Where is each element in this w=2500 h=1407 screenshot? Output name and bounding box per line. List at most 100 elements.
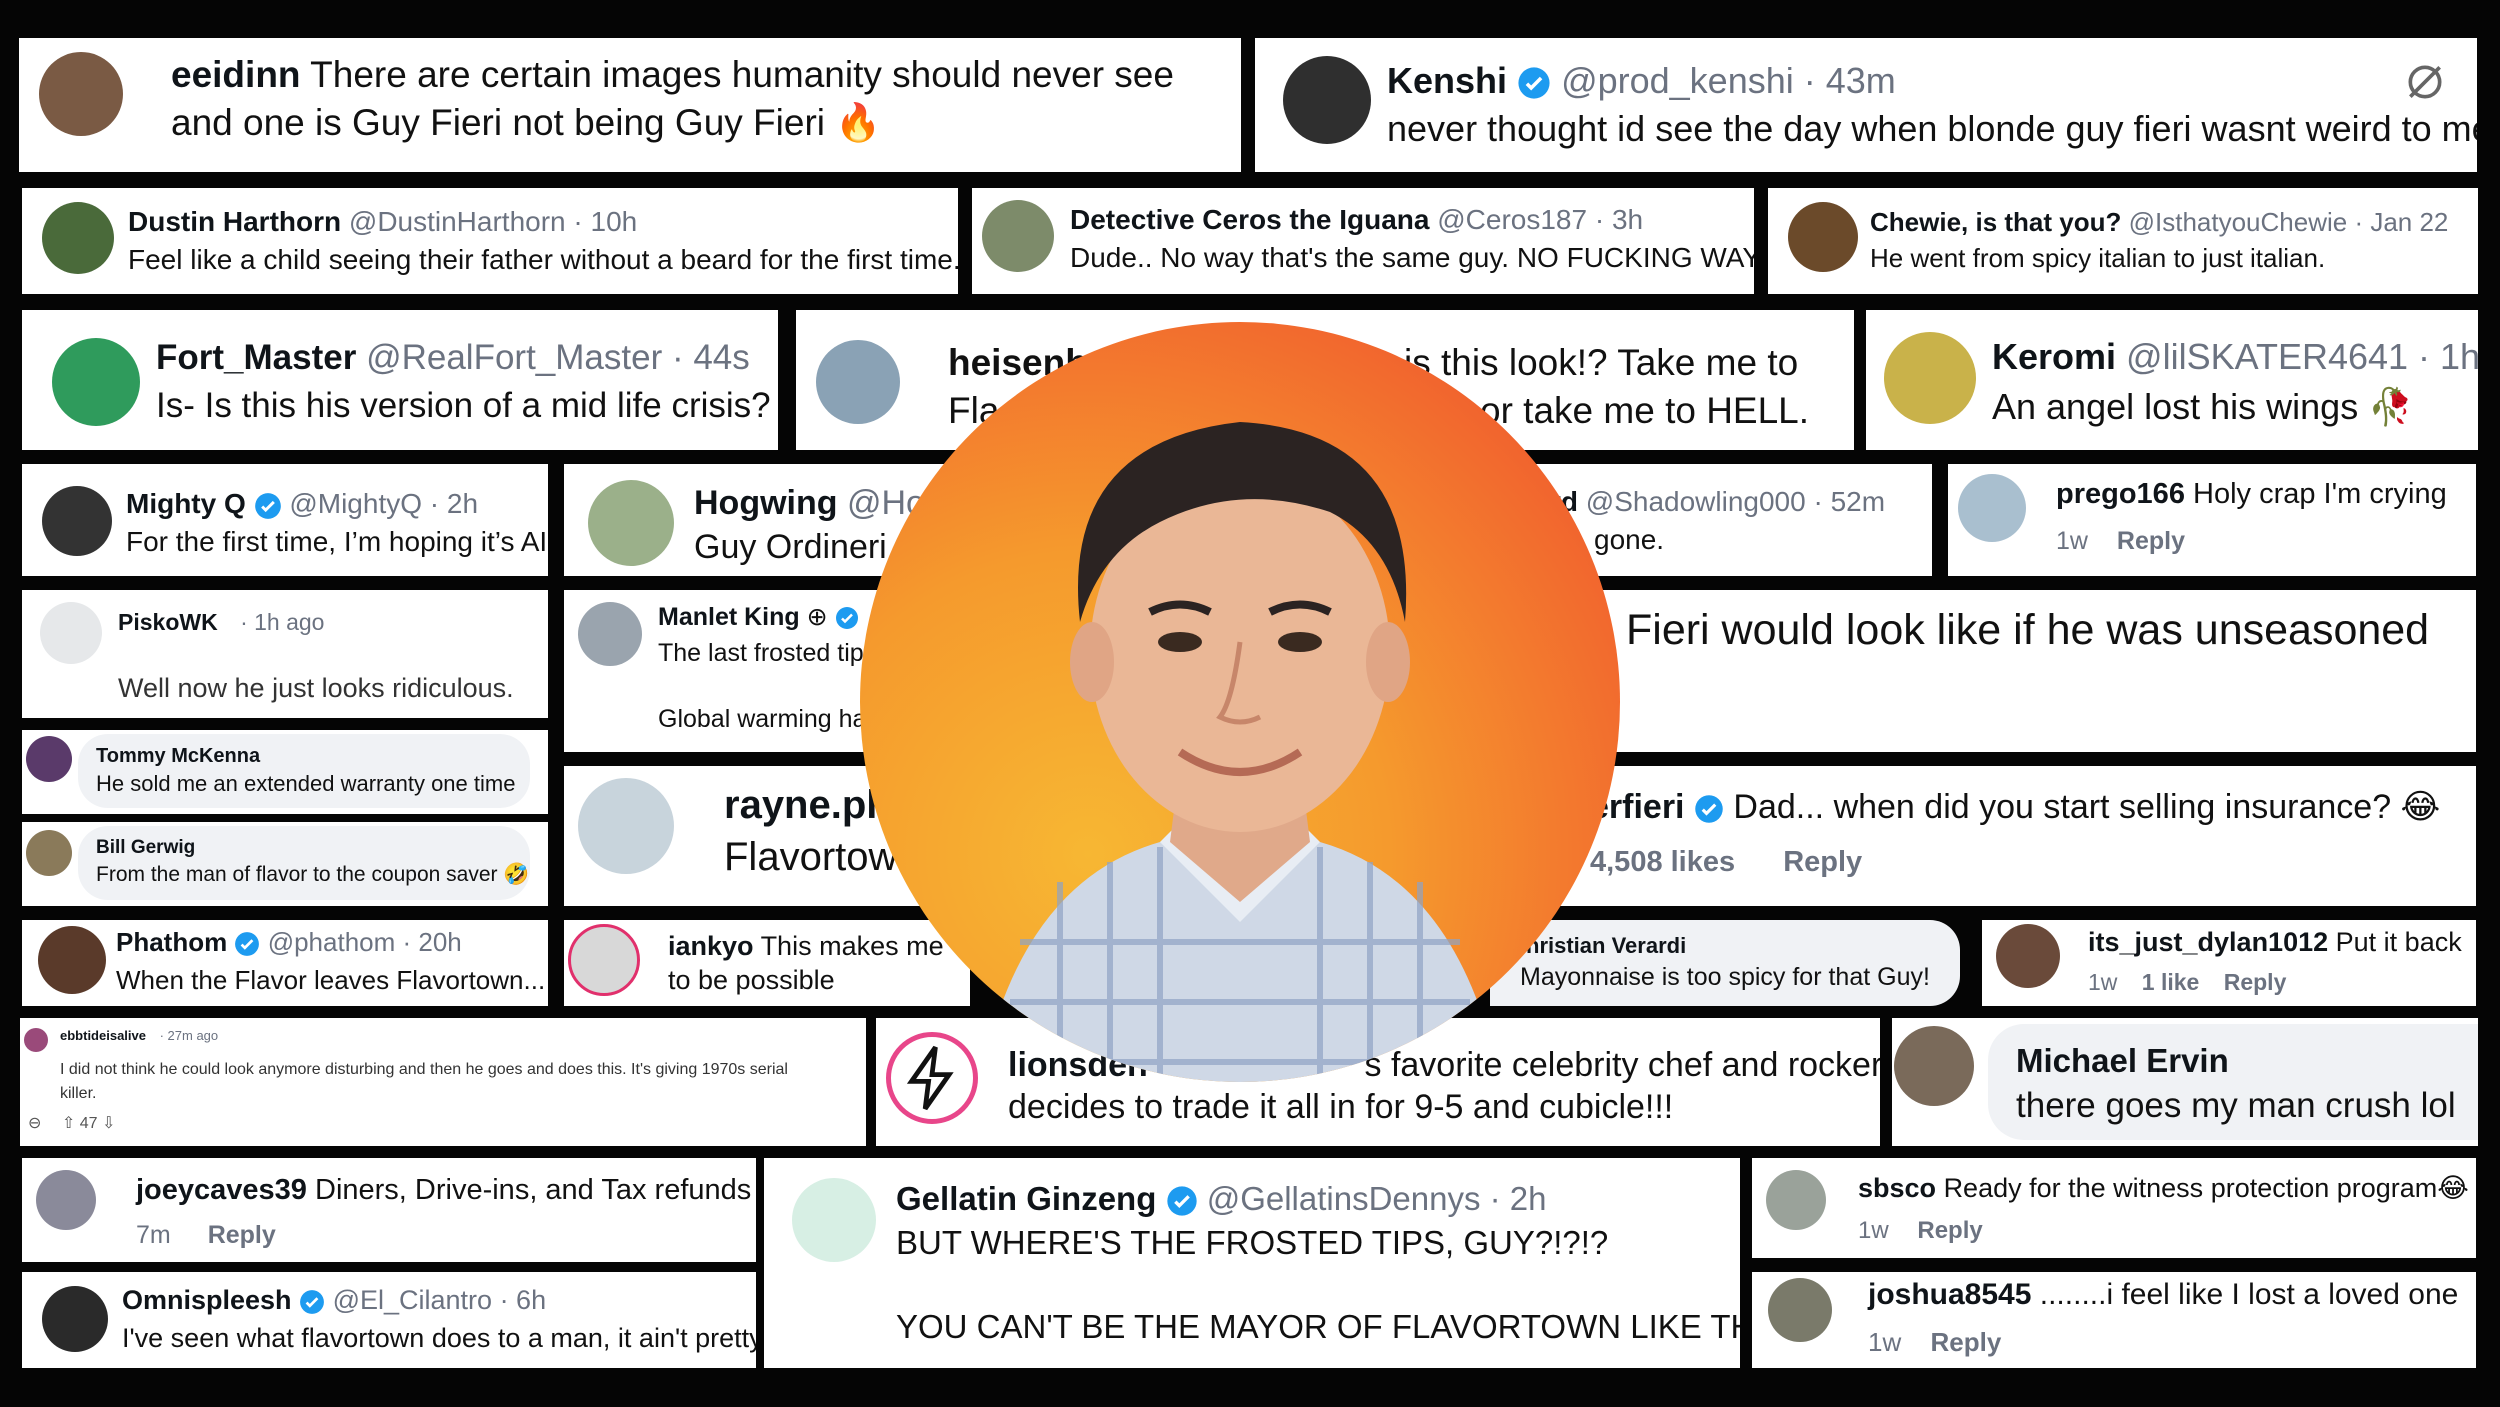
verified-badge-icon	[1166, 1186, 1197, 1216]
avatar[interactable]	[36, 1170, 96, 1230]
display-name[interactable]: Dustin Harthorn	[128, 206, 341, 237]
handle[interactable]: @Shadowling000 · 52m	[1586, 486, 1885, 517]
avatar[interactable]	[1766, 1170, 1826, 1230]
handle[interactable]: @DustinHarthorn · 10h	[349, 206, 637, 237]
avatar[interactable]	[1768, 1278, 1832, 1342]
display-name[interactable]: Chewie, is that you?	[1870, 207, 2121, 237]
reply-button[interactable]: Reply	[1917, 1217, 1982, 1244]
reply-button[interactable]: Reply	[1783, 846, 1862, 878]
comment-card-joeycaves: joeycaves39 Diners, Drive-ins, and Tax r…	[22, 1158, 756, 1262]
comment-text: The last frosted tip	[658, 639, 864, 667]
display-name[interactable]: Keromi	[1992, 336, 2116, 377]
avatar[interactable]	[26, 736, 72, 782]
verified-badge-icon	[254, 492, 281, 519]
reply-button[interactable]: Reply	[2117, 527, 2185, 555]
avatar[interactable]	[1283, 56, 1371, 144]
avatar[interactable]	[1894, 1026, 1974, 1106]
comment-text: is this look!? Take me to	[1404, 342, 1799, 383]
comment-text: Feel like a child seeing their father wi…	[128, 244, 958, 275]
username[interactable]: PiskoWK	[118, 609, 218, 635]
display-name[interactable]: Tommy McKenna	[96, 744, 260, 769]
display-name[interactable]: Manlet King	[658, 603, 800, 631]
handle[interactable]: @lilSKATER4641 · 1h	[2126, 336, 2478, 377]
avatar[interactable]	[578, 602, 642, 666]
avatar[interactable]	[24, 1028, 48, 1052]
reply-button[interactable]: Reply	[208, 1221, 276, 1249]
comment-text: gone.	[1594, 524, 1665, 555]
display-name[interactable]: Hogwing	[694, 484, 838, 522]
avatar[interactable]	[42, 486, 112, 556]
avatar[interactable]	[42, 202, 114, 274]
display-name[interactable]: Fort_Master	[156, 338, 356, 377]
display-name[interactable]: Michael Ervin	[2016, 1040, 2229, 1081]
display-name[interactable]: Kenshi	[1387, 60, 1507, 101]
comment-text: Diners, Drive-ins, and Tax refunds	[315, 1174, 752, 1206]
username[interactable]: iankyo	[668, 931, 754, 961]
username[interactable]: joshua8545	[1868, 1278, 2031, 1311]
display-name[interactable]: Omnispleesh	[122, 1285, 292, 1315]
username[interactable]: its_just_dylan1012	[2088, 927, 2328, 957]
avatar[interactable]	[792, 1178, 876, 1262]
username[interactable]: prego166	[2056, 478, 2185, 510]
username[interactable]: joeycaves39	[136, 1174, 307, 1206]
handle[interactable]: @Ceros187 · 3h	[1437, 204, 1643, 235]
like-count[interactable]: 4,508 likes	[1590, 846, 1735, 878]
handle[interactable]: @RealFort_Master · 44s	[366, 338, 750, 377]
display-name[interactable]: Mighty Q	[126, 488, 246, 519]
username[interactable]: sbsco	[1858, 1173, 1936, 1203]
comment-card-manletking: Manlet King ⊕ The last frosted tip Globa…	[564, 590, 880, 752]
avatar[interactable]	[52, 338, 140, 426]
avatar[interactable]	[568, 924, 640, 996]
handle[interactable]: @GellatinsDennys · 2h	[1207, 1180, 1547, 1217]
comment-text: 's favorite celebrity chef and rocker	[1358, 1046, 1880, 1084]
timestamp: 1w	[2056, 527, 2088, 555]
avatar[interactable]	[1788, 202, 1858, 272]
avatar[interactable]	[26, 830, 72, 876]
avatar[interactable]	[39, 52, 123, 136]
collapse-icon[interactable]: ⊖	[28, 1115, 41, 1132]
comment-card-omnispleesh: Omnispleesh @El_Cilantro · 6h I've seen …	[22, 1272, 756, 1368]
comment-text: Holy crap I'm crying	[2193, 478, 2447, 510]
comment-card-fortmaster: Fort_Master @RealFort_Master · 44s Is- I…	[22, 310, 778, 450]
avatar[interactable]	[816, 340, 900, 424]
display-name[interactable]: Phathom	[116, 927, 227, 957]
comment-text-line2: Global warming ha	[658, 705, 867, 733]
comment-text: Dad... when did you start selling insura…	[1733, 788, 2441, 826]
avatar[interactable]	[1996, 924, 2060, 988]
handle[interactable]: @MightyQ · 2h	[289, 488, 478, 519]
like-count[interactable]: 1 like	[2142, 969, 2200, 995]
handle[interactable]: @El_Cilantro · 6h	[333, 1285, 547, 1315]
handle[interactable]: @prod_kenshi · 43m	[1561, 60, 1896, 101]
display-name[interactable]: rayne.pl	[724, 780, 877, 830]
upvote-icon[interactable]: ⇧	[62, 1115, 75, 1132]
handle[interactable]: @IsthatyouChewie · Jan 22	[2129, 207, 2449, 237]
display-name[interactable]: Detective Ceros the Iguana	[1070, 204, 1429, 235]
avatar[interactable]	[42, 1286, 108, 1352]
display-name[interactable]: hristian Verardi	[1526, 932, 1686, 960]
handle[interactable]: @phathom · 20h	[268, 927, 462, 957]
avatar[interactable]	[38, 926, 106, 994]
comment-text-line2: killer.	[60, 1085, 97, 1102]
instagram-lightning-icon[interactable]	[886, 1032, 978, 1124]
comment-card-ebbtide: ebbtideisalive · 27m ago I did not think…	[20, 1018, 866, 1146]
avatar[interactable]	[1884, 332, 1976, 424]
username[interactable]: ebbtideisalive	[60, 1028, 146, 1043]
username[interactable]: eeidinn	[171, 54, 301, 95]
reply-button[interactable]: Reply	[2224, 969, 2287, 995]
avatar[interactable]	[40, 602, 102, 664]
reply-button[interactable]: Reply	[1930, 1327, 2001, 1357]
grok-slash-icon[interactable]	[2403, 60, 2447, 104]
verified-badge-icon	[1695, 795, 1723, 823]
comment-card-bill: Bill Gerwig From the man of flavor to th…	[22, 822, 548, 906]
avatar[interactable]	[1958, 474, 2026, 542]
avatar[interactable]	[982, 200, 1054, 272]
comment-text: I did not think he could look anymore di…	[60, 1061, 788, 1078]
downvote-icon[interactable]: ⇩	[102, 1115, 115, 1132]
portrait-photo	[860, 322, 1620, 1082]
avatar[interactable]	[588, 480, 674, 566]
display-name[interactable]: Gellatin Ginzeng	[896, 1180, 1156, 1217]
avatar[interactable]	[578, 778, 674, 874]
comment-text: Ready for the witness protection program…	[1943, 1173, 2469, 1203]
comment-text: Mayonnaise is too spicy for that Guy!	[1520, 963, 1930, 991]
display-name[interactable]: Bill Gerwig	[96, 836, 195, 860]
